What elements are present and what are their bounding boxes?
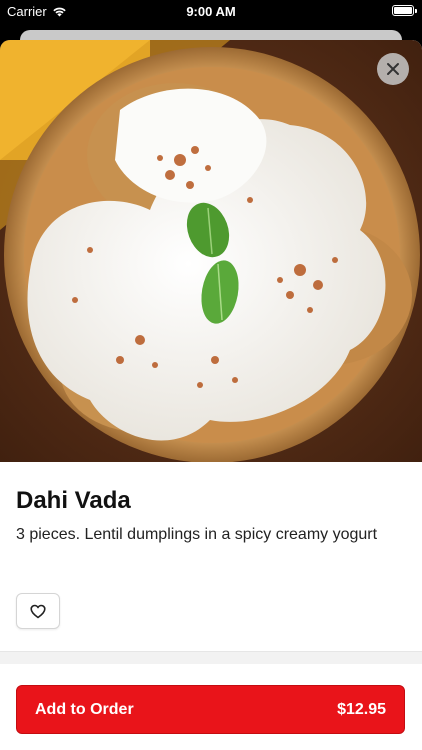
favorite-button[interactable] <box>16 593 60 629</box>
item-info: Dahi Vada 3 pieces. Lentil dumplings in … <box>16 486 406 546</box>
heart-outline-icon <box>30 604 46 618</box>
close-button[interactable] <box>377 53 409 85</box>
dahi-vada-illustration <box>0 40 422 462</box>
section-divider <box>0 651 422 664</box>
status-time: 9:00 AM <box>186 4 236 19</box>
add-to-order-label: Add to Order <box>35 700 134 718</box>
item-detail-sheet: Dahi Vada 3 pieces. Lentil dumplings in … <box>0 40 422 750</box>
order-footer: Add to Order $12.95 <box>0 667 422 750</box>
screen: Carrier 9:00 AM Dahi Vada 3 pieces. Lent… <box>0 0 422 750</box>
status-bar: Carrier 9:00 AM <box>0 0 422 24</box>
close-icon <box>387 63 399 75</box>
item-photo <box>0 40 422 462</box>
battery-icon <box>392 5 417 16</box>
item-price: $12.95 <box>337 700 386 718</box>
add-to-order-button[interactable]: Add to Order $12.95 <box>16 685 405 734</box>
item-title: Dahi Vada <box>16 487 131 514</box>
item-description: 3 pieces. Lentil dumplings in a spicy cr… <box>16 526 378 543</box>
